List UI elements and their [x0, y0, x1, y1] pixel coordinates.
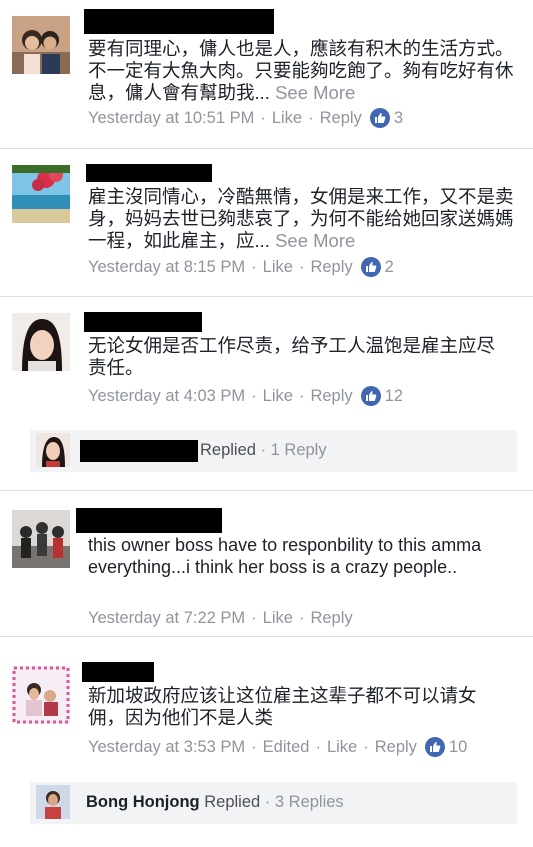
divider [0, 636, 533, 637]
comment-text: 雇主沒同情心，冷酷無情，女佣是来工作，又不是卖身，妈妈去世已夠悲哀了，为何不能给… [88, 186, 514, 251]
avatar-photo [12, 165, 70, 223]
reply-count: 1 Reply [270, 441, 327, 459]
replies-preview[interactable]: Bong Honjong Replied · 3 Replies [30, 782, 517, 824]
like-count: 10 [448, 737, 468, 756]
reply-link[interactable]: Reply [310, 258, 352, 277]
divider [0, 148, 533, 149]
timestamp[interactable]: Yesterday at 8:15 PM [88, 258, 245, 277]
comment-meta: Yesterday at 3:53 PM · Edited · Like · R… [88, 737, 468, 757]
comment-item: 要有同理心，傭人也是人，應該有积木的生活方式。不一定有大魚大肉。只要能夠吃飽了。… [0, 0, 533, 150]
like-count: 3 [393, 108, 403, 127]
redacted-name [80, 440, 198, 462]
timestamp[interactable]: Yesterday at 3:53 PM [88, 738, 245, 757]
comment-text: 要有同理心，傭人也是人，應該有积木的生活方式。不一定有大魚大肉。只要能夠吃飽了。… [88, 38, 514, 103]
comment-text: this owner boss have to responbility to … [88, 535, 482, 577]
reply-link[interactable]: Reply [310, 609, 352, 628]
reply-link[interactable]: Reply [320, 109, 362, 128]
replies-summary: Bong Honjong Replied · 3 Replies [86, 793, 344, 811]
replies-summary: Replied · 1 Reply [200, 441, 327, 459]
redacted-name[interactable] [84, 9, 274, 34]
comment-text: 新加坡政府应该让这位雇主这辈子都不可以请女佣，因为他们不是人类 [88, 685, 477, 728]
comment-item: this owner boss have to responbility to … [0, 492, 533, 638]
like-link[interactable]: Like [272, 109, 302, 128]
avatar[interactable] [12, 165, 70, 223]
comment-item: 雇主沒同情心，冷酷無情，女佣是来工作，又不是卖身，妈妈去世已夠悲哀了，为何不能给… [0, 150, 533, 297]
comment-meta: Yesterday at 8:15 PM · Like · Reply 2 [88, 257, 394, 277]
divider [0, 490, 533, 491]
avatar [36, 433, 70, 467]
comment-meta: Yesterday at 7:22 PM · Like · Reply [88, 609, 353, 628]
like-count: 12 [384, 386, 403, 405]
redacted-name[interactable] [84, 312, 202, 332]
like-link[interactable]: Like [263, 387, 293, 406]
comment-item: 无论女佣是否工作尽责，给予工人温饱是雇主应尽责任。 Yesterday at 4… [0, 298, 533, 491]
divider [0, 296, 533, 297]
avatar[interactable] [12, 313, 70, 371]
redacted-name[interactable] [82, 662, 154, 682]
timestamp[interactable]: Yesterday at 10:51 PM [88, 109, 254, 128]
replies-preview[interactable]: Replied · 1 Reply [30, 430, 517, 472]
reply-link[interactable]: Reply [375, 738, 417, 757]
reply-author: Bong Honjong [86, 793, 200, 811]
avatar-photo [12, 666, 70, 724]
thumbs-up-icon[interactable] [424, 737, 445, 757]
reply-count: 3 Replies [274, 793, 344, 811]
thumbs-up-icon[interactable] [369, 108, 390, 128]
avatar [36, 785, 70, 819]
thumbs-up-icon[interactable] [360, 257, 381, 277]
timestamp[interactable]: Yesterday at 7:22 PM [88, 609, 245, 628]
see-more-link[interactable]: See More [275, 230, 355, 251]
avatar[interactable] [12, 666, 70, 724]
avatar[interactable] [12, 16, 70, 74]
comment-item: 新加坡政府应该让这位雇主这辈子都不可以请女佣，因为他们不是人类 Yesterda… [0, 638, 533, 847]
timestamp[interactable]: Yesterday at 4:03 PM [88, 387, 245, 406]
see-more-link[interactable]: See More [275, 82, 355, 103]
comment-text: 无论女佣是否工作尽责，给予工人温饱是雇主应尽责任。 [88, 335, 496, 378]
avatar-photo [12, 313, 70, 371]
comment-meta: Yesterday at 4:03 PM · Like · Reply 12 [88, 386, 403, 406]
edited-label[interactable]: Edited [263, 738, 310, 757]
thumbs-up-icon[interactable] [360, 386, 381, 406]
avatar-photo [12, 16, 70, 74]
like-count: 2 [384, 257, 394, 276]
comment-meta: Yesterday at 10:51 PM · Like · Reply 3 [88, 108, 403, 128]
redacted-name[interactable] [76, 508, 222, 533]
avatar-photo [12, 510, 70, 568]
avatar[interactable] [12, 510, 70, 568]
like-link[interactable]: Like [263, 258, 293, 277]
reply-link[interactable]: Reply [310, 387, 352, 406]
like-link[interactable]: Like [327, 738, 357, 757]
like-link[interactable]: Like [263, 609, 293, 628]
redacted-name[interactable] [86, 164, 212, 182]
